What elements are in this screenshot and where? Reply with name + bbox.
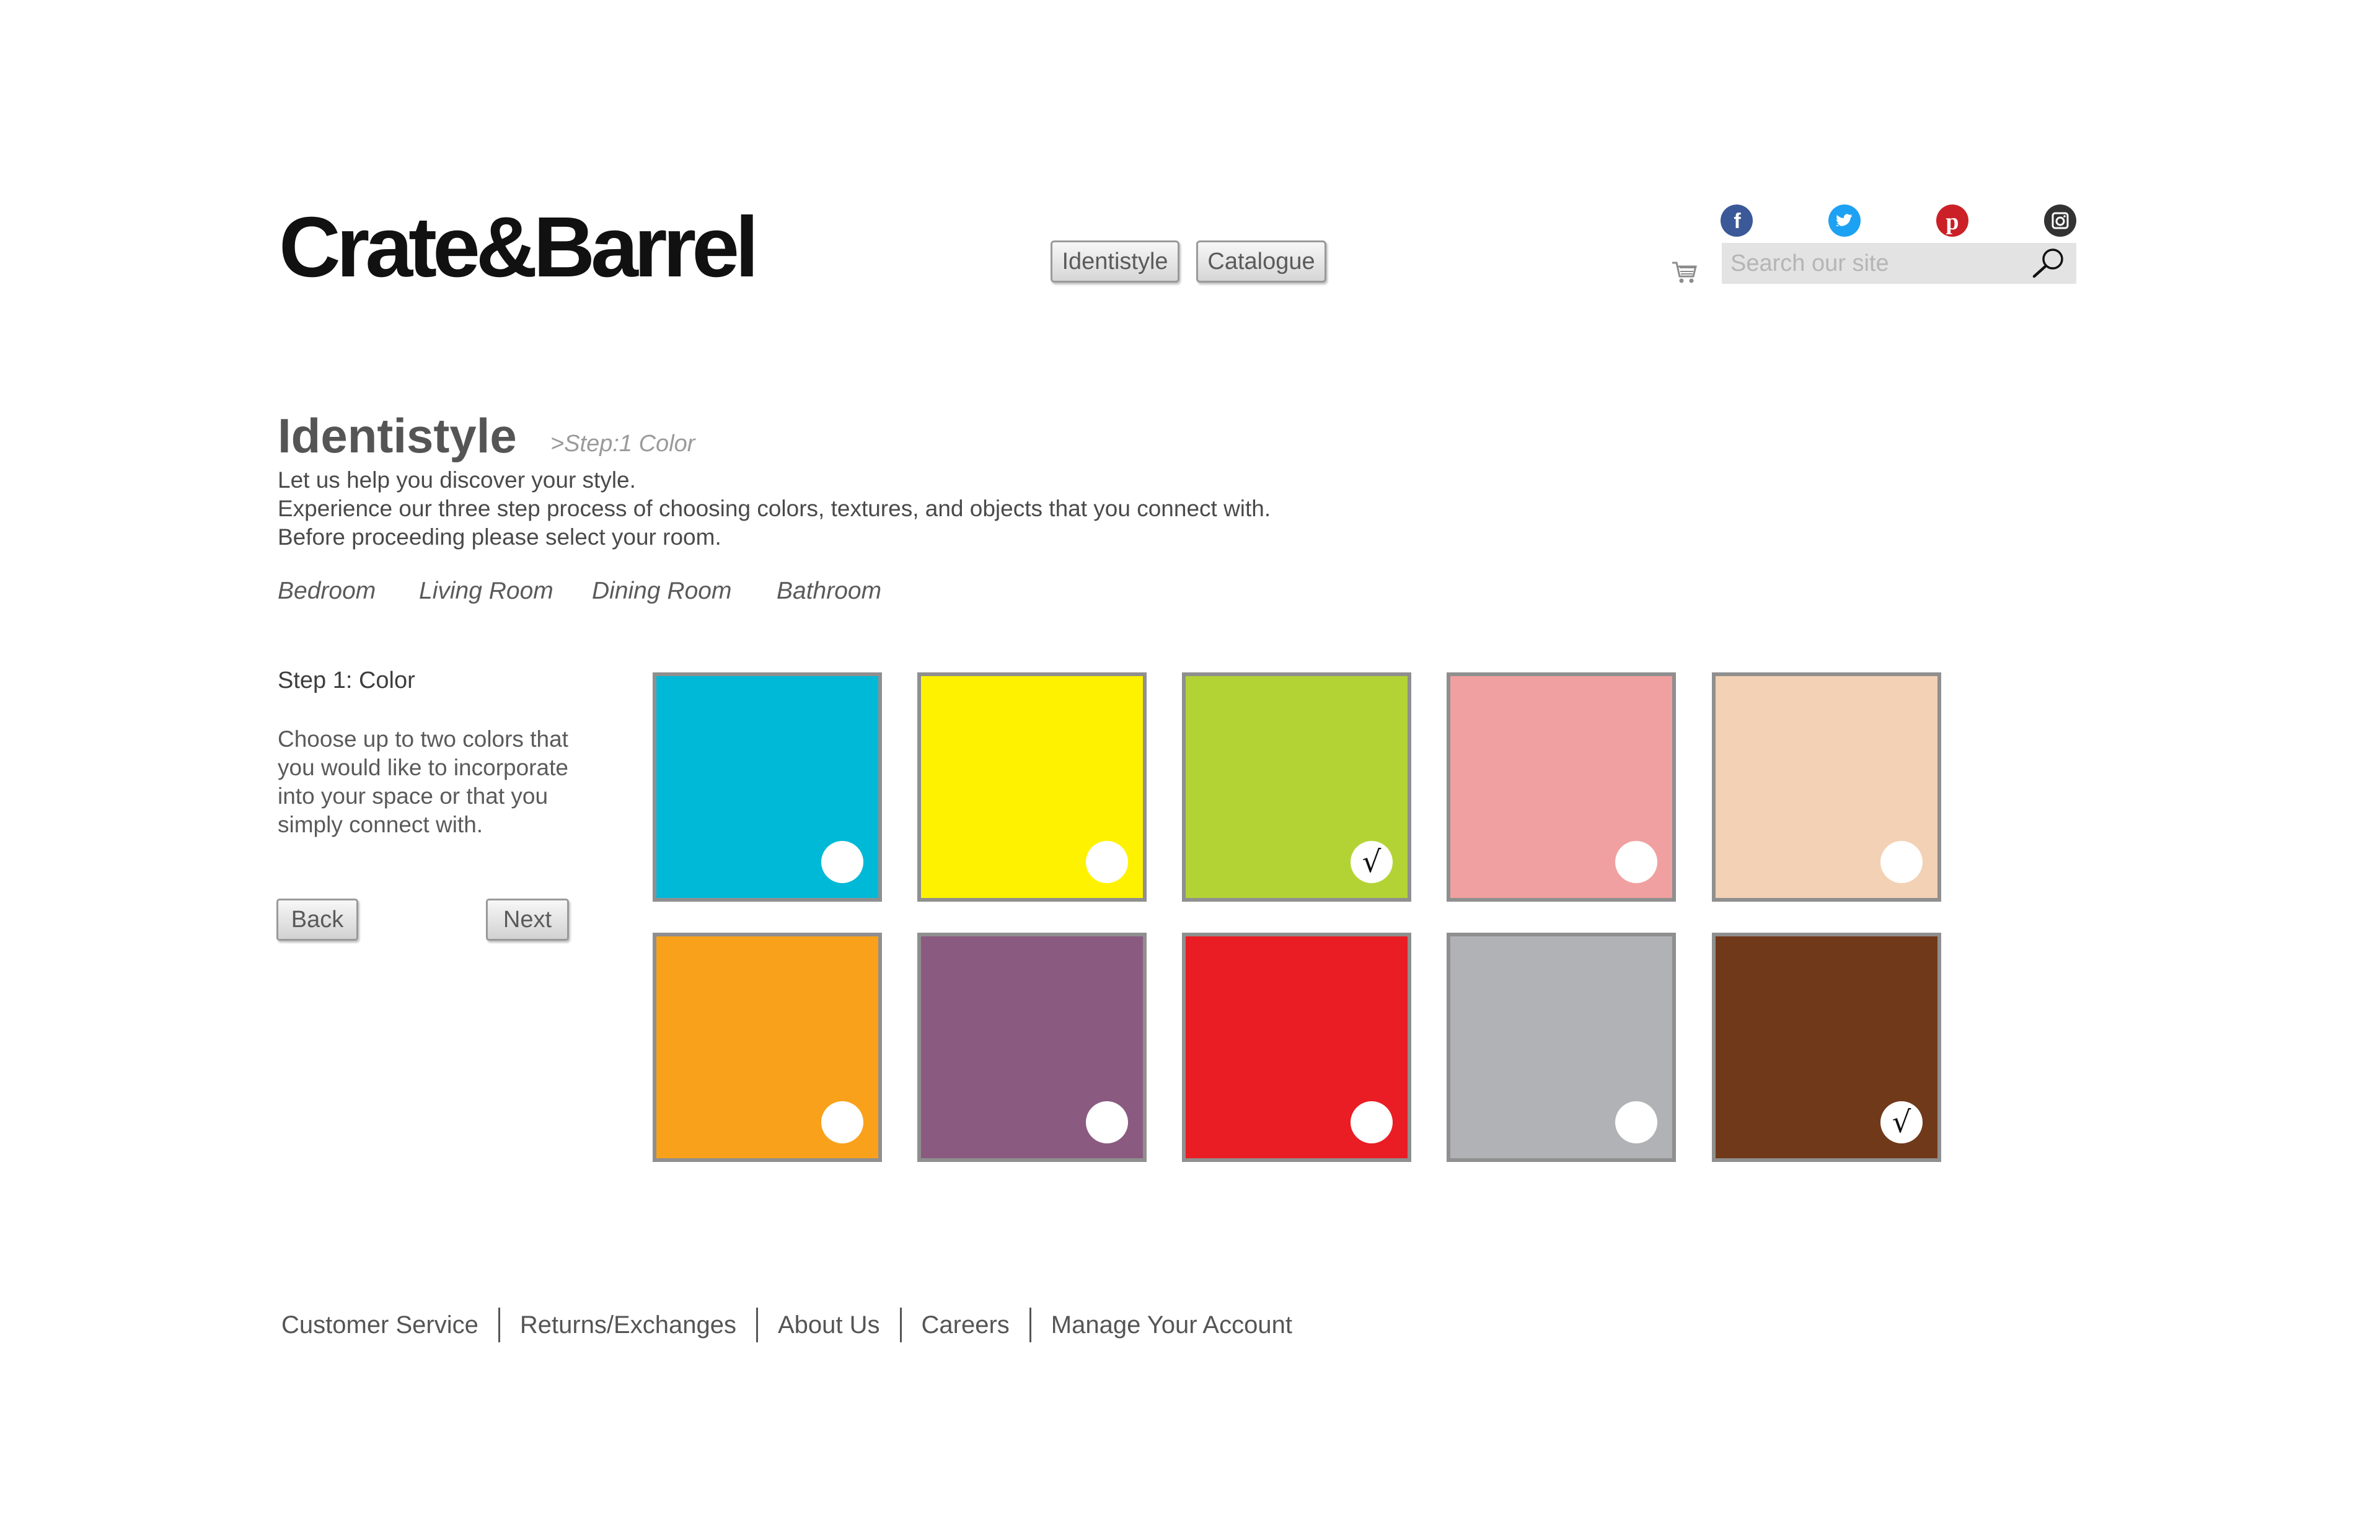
back-button[interactable]: Back [276,899,358,941]
footer-customer-service-link[interactable]: Customer Service [281,1311,478,1339]
step-description-line: Choose up to two colors that [278,726,568,752]
select-circle-icon[interactable] [821,841,863,883]
checkmark-icon[interactable]: √ [1351,841,1393,883]
svg-text:p: p [1946,209,1959,235]
svg-text:f: f [1734,209,1741,233]
room-bathroom-link[interactable]: Bathroom [777,578,881,605]
step-description: Choose up to two colors that you would l… [278,725,612,839]
select-circle-icon[interactable] [1086,1101,1128,1143]
footer-links: Customer Service Returns/Exchanges About… [281,1308,1292,1342]
color-swatch-6[interactable] [653,933,882,1162]
nav-identistyle-button[interactable]: Identistyle [1051,240,1179,283]
color-swatch-10[interactable]: √ [1712,933,1941,1162]
color-swatch-9[interactable] [1447,933,1676,1162]
twitter-icon[interactable] [1828,205,1861,237]
intro-line: Before proceeding please select your roo… [278,524,721,550]
footer-careers-link[interactable]: Careers [922,1311,1010,1339]
intro-text: Let us help you discover your style. Exp… [278,466,1271,552]
color-swatch-3[interactable]: √ [1182,672,1411,902]
step-description-line: you would like to incorporate [278,755,568,780]
select-circle-icon[interactable] [1351,1101,1393,1143]
footer-divider [899,1308,902,1342]
intro-line: Let us help you discover your style. [278,467,636,493]
search-input[interactable] [1722,243,2076,284]
step-description-line: into your space or that you [278,783,549,809]
instagram-icon[interactable] [2044,205,2076,237]
next-button[interactable]: Next [486,899,569,941]
footer-divider [756,1308,758,1342]
search-icon[interactable] [2030,247,2066,279]
select-circle-icon[interactable] [1615,1101,1657,1143]
color-swatch-5[interactable] [1712,672,1941,902]
intro-line: Experience our three step process of cho… [278,496,1271,521]
footer-returns-link[interactable]: Returns/Exchanges [520,1311,736,1339]
step-breadcrumb: >Step:1 Color [550,431,695,457]
crate-barrel-logo[interactable]: Crate&Barrel [279,205,759,290]
room-dining-room-link[interactable]: Dining Room [592,578,731,605]
select-circle-icon[interactable] [821,1101,863,1143]
cart-icon[interactable] [1671,259,1698,285]
page-title: Identistyle [278,408,517,463]
room-living-room-link[interactable]: Living Room [419,578,553,605]
color-swatch-8[interactable] [1182,933,1411,1162]
step-description-line: simply connect with. [278,812,483,837]
room-bedroom-link[interactable]: Bedroom [278,578,376,605]
step-label: Step 1: Color [278,667,415,693]
checkmark-icon[interactable]: √ [1880,1101,1923,1143]
footer-divider [1029,1308,1031,1342]
select-circle-icon[interactable] [1086,841,1128,883]
pinterest-icon[interactable]: p [1936,205,1968,237]
color-swatch-4[interactable] [1447,672,1676,902]
color-swatch-7[interactable] [917,933,1147,1162]
page: Crate&Barrel Identistyle Catalogue f p I… [0,0,2380,1540]
footer-account-link[interactable]: Manage Your Account [1051,1311,1292,1339]
color-swatch-1[interactable] [653,672,882,902]
nav-catalogue-button[interactable]: Catalogue [1196,240,1326,283]
select-circle-icon[interactable] [1615,841,1657,883]
facebook-icon[interactable]: f [1721,205,1753,237]
select-circle-icon[interactable] [1880,841,1923,883]
footer-about-link[interactable]: About Us [778,1311,880,1339]
footer-divider [498,1308,500,1342]
color-swatch-2[interactable] [917,672,1147,902]
